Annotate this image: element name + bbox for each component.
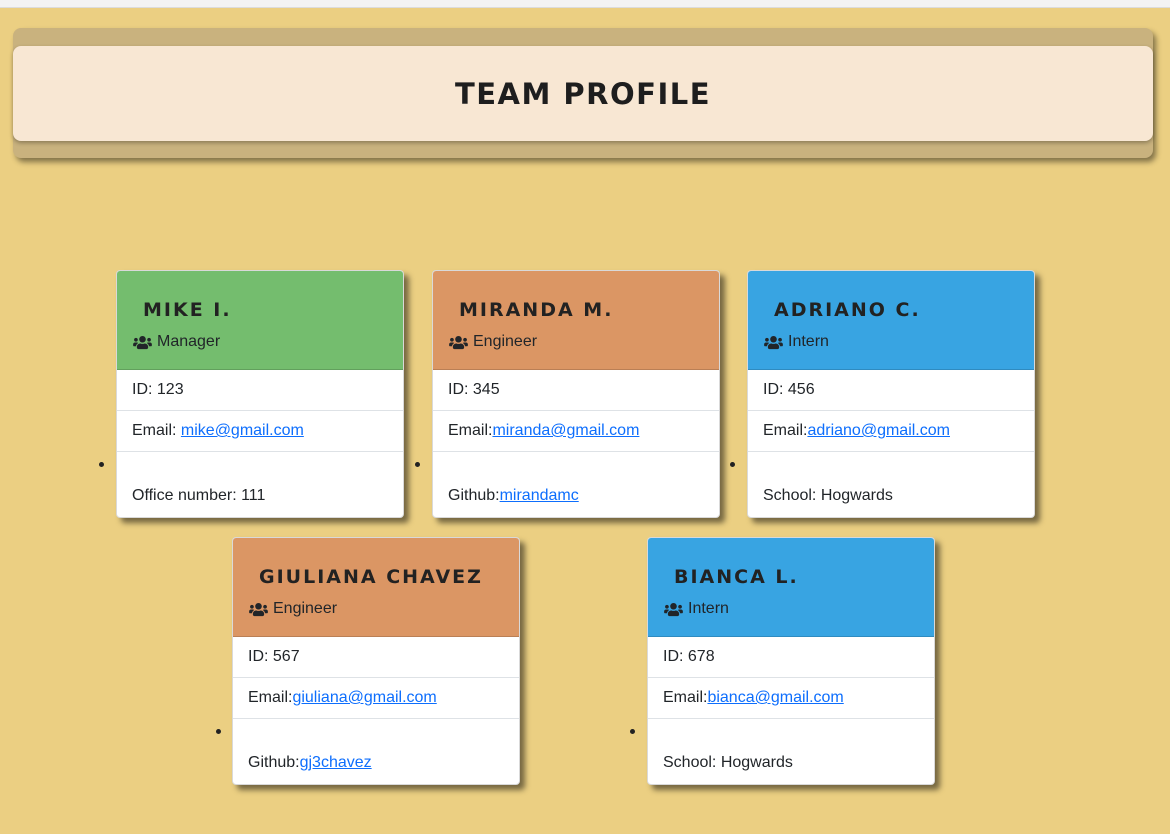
email-link[interactable]: mike@gmail.com <box>181 422 304 439</box>
users-icon <box>249 602 268 616</box>
employee-name: BIANCA L. <box>674 566 799 588</box>
users-icon <box>133 335 152 349</box>
list-bullet <box>730 462 735 467</box>
card-header: ADRIANO C. Intern <box>748 271 1034 370</box>
employee-role: Engineer <box>248 600 337 618</box>
employee-email-row: Email:adriano@gmail.com <box>748 411 1034 452</box>
email-label: Email: <box>448 422 493 439</box>
employee-card-engineer: MIRANDA M. Engineer ID: 345 Email:mirand… <box>432 270 720 518</box>
users-icon <box>664 602 683 616</box>
page-title: TEAM PROFILE <box>454 76 712 111</box>
email-label: Email: <box>663 689 708 706</box>
email-link[interactable]: giuliana@gmail.com <box>292 689 436 706</box>
list-bullet <box>99 462 104 467</box>
card-header: GIULIANA CHAVEZ Engineer <box>233 538 519 637</box>
role-label: Engineer <box>473 333 538 350</box>
role-label: Manager <box>157 333 221 350</box>
users-icon <box>764 335 783 349</box>
employee-role: Engineer <box>448 333 537 351</box>
email-label: Email: <box>132 422 181 439</box>
email-label: Email: <box>248 689 293 706</box>
list-bullet <box>216 729 221 734</box>
employee-email-row: Email:miranda@gmail.com <box>433 411 719 452</box>
school-row: School: Hogwards <box>763 487 893 504</box>
email-link[interactable]: bianca@gmail.com <box>707 689 843 706</box>
employee-name: GIULIANA CHAVEZ <box>259 566 483 588</box>
role-label: Intern <box>788 333 829 350</box>
school-row: School: Hogwards <box>663 754 793 771</box>
list-bullet <box>630 729 635 734</box>
employee-email-row: Email:giuliana@gmail.com <box>233 678 519 719</box>
github-row: Github:mirandamc <box>433 452 719 517</box>
employee-card-manager: MIKE I. Manager ID: 123 Email: mike@gmai… <box>116 270 404 518</box>
employee-id: ID: 345 <box>433 370 719 411</box>
email-label: Email: <box>763 422 808 439</box>
office-number: Office number: 111 <box>132 487 266 504</box>
card-header: BIANCA L. Intern <box>648 538 934 637</box>
github-link[interactable]: gj3chavez <box>300 754 372 771</box>
browser-top-strip <box>0 0 1170 8</box>
employee-role: Manager <box>132 333 220 351</box>
page-header: TEAM PROFILE <box>13 46 1153 141</box>
role-label: Engineer <box>273 600 338 617</box>
employee-card-intern: BIANCA L. Intern ID: 678 Email:bianca@gm… <box>647 537 935 785</box>
employee-email-row: Email: mike@gmail.com <box>117 411 403 452</box>
employee-name: ADRIANO C. <box>774 299 921 321</box>
card-header: MIKE I. Manager <box>117 271 403 370</box>
users-icon <box>449 335 468 349</box>
card-header: MIRANDA M. Engineer <box>433 271 719 370</box>
email-link[interactable]: adriano@gmail.com <box>807 422 950 439</box>
list-bullet <box>415 462 420 467</box>
role-label: Intern <box>688 600 729 617</box>
employee-role: Intern <box>663 600 729 618</box>
employee-name: MIRANDA M. <box>459 299 614 321</box>
employee-id: ID: 678 <box>648 637 934 678</box>
github-label: Github: <box>448 487 500 504</box>
employee-id: ID: 123 <box>117 370 403 411</box>
github-link[interactable]: mirandamc <box>500 487 579 504</box>
employee-card-engineer: GIULIANA CHAVEZ Engineer ID: 567 Email:g… <box>232 537 520 785</box>
github-row: Github:gj3chavez <box>233 719 519 784</box>
employee-name: MIKE I. <box>143 299 232 321</box>
employee-role: Intern <box>763 333 829 351</box>
employee-email-row: Email:bianca@gmail.com <box>648 678 934 719</box>
employee-card-intern: ADRIANO C. Intern ID: 456 Email:adriano@… <box>747 270 1035 518</box>
employee-id: ID: 456 <box>748 370 1034 411</box>
email-link[interactable]: miranda@gmail.com <box>492 422 639 439</box>
employee-id: ID: 567 <box>233 637 519 678</box>
github-label: Github: <box>248 754 300 771</box>
